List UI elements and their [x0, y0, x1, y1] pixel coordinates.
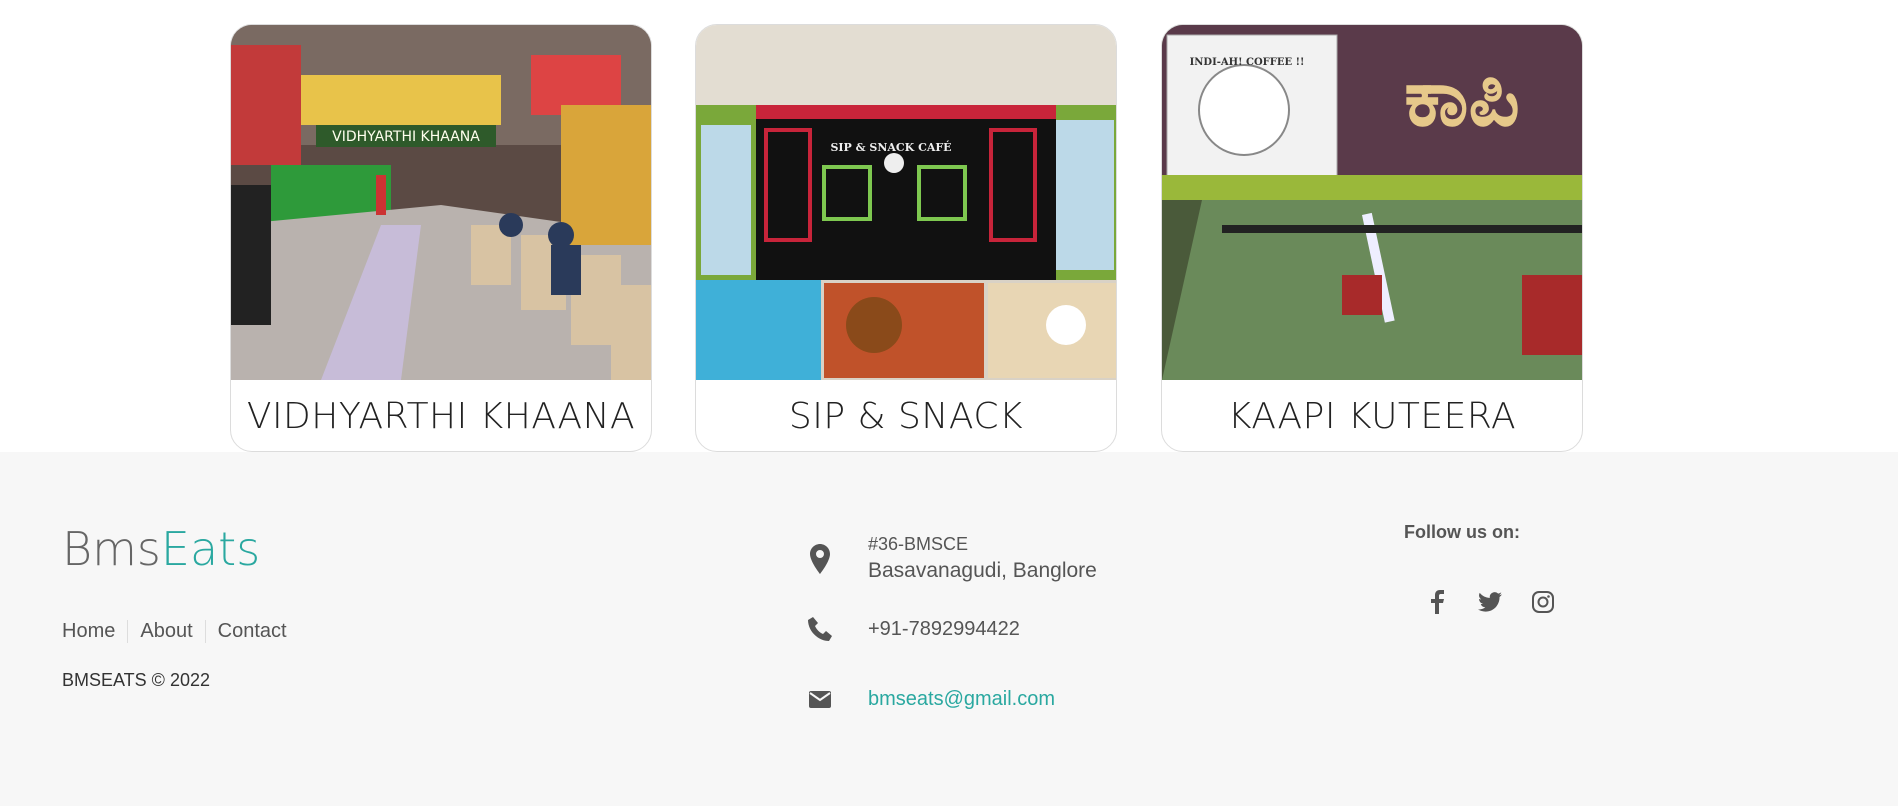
phone-row: +91-7892994422: [805, 616, 1020, 642]
email-link[interactable]: bmseats@gmail.com: [868, 688, 1055, 711]
canteen-photo: SIP & SNACK CAFÉ: [696, 25, 1116, 380]
canteen-title: SIP & SNACK: [788, 395, 1024, 437]
canteen-photo: VIDHYARTHI KHAANA: [231, 25, 651, 380]
site-footer: BmsEats Home About Contact BMSEATS © 202…: [0, 452, 1898, 806]
canteen-card-vidhyarthi-khaana[interactable]: VIDHYARTHI KHAANA VIDHYARTHI KHAANA: [230, 24, 652, 452]
logo-accent-text: Eats: [160, 522, 261, 576]
envelope-icon: [805, 691, 835, 708]
address-line-2: Basavanagudi, Banglore: [868, 559, 1097, 582]
logo-main-text: Bms: [62, 522, 161, 576]
canteen-cards: VIDHYARTHI KHAANA VIDHYARTHI KHAANA SIP …: [0, 0, 1898, 452]
canteen-title: KAAPI KUTEERA: [1227, 395, 1517, 437]
svg-text:ಕಾಪಿ: ಕಾಪಿ: [1404, 51, 1520, 144]
canteen-card-sip-and-snack[interactable]: SIP & SNACK CAFÉ SIP & SNACK: [695, 24, 1117, 452]
footer-link-home[interactable]: Home: [62, 620, 127, 643]
phone-icon: [805, 616, 835, 642]
copyright-text: BMSEATS © 2022: [62, 670, 210, 690]
svg-text:INDI-AH! COFFEE !!: INDI-AH! COFFEE !!: [1190, 57, 1305, 68]
svg-text:VIDHYARTHI KHAANA: VIDHYARTHI KHAANA: [332, 129, 480, 145]
email-row: bmseats@gmail.com: [805, 688, 1055, 711]
phone-number: +91-7892994422: [868, 617, 1020, 640]
twitter-icon[interactable]: [1463, 584, 1516, 620]
social-links: [1410, 584, 1569, 620]
footer-logo[interactable]: BmsEats: [62, 522, 260, 576]
follow-label: Follow us on:: [1404, 522, 1520, 542]
instagram-icon[interactable]: [1516, 584, 1569, 620]
address-row: #36-BMSCE Basavanagudi, Banglore: [805, 534, 1097, 583]
footer-nav: Home About Contact: [62, 620, 299, 643]
canteen-card-kaapi-kuteera[interactable]: INDI-AH! COFFEE !! ಕಾಪಿ KAAPI KUTEERA: [1161, 24, 1583, 452]
canteen-photo: INDI-AH! COFFEE !! ಕಾಪಿ: [1162, 25, 1582, 380]
svg-text:SIP & SNACK CAFÉ: SIP & SNACK CAFÉ: [830, 140, 951, 154]
canteen-title: VIDHYARTHI KHAANA: [246, 395, 636, 437]
map-pin-icon: [805, 543, 835, 574]
footer-link-contact[interactable]: Contact: [204, 620, 299, 643]
address-line-1: #36-BMSCE: [868, 534, 969, 554]
footer-link-about[interactable]: About: [127, 620, 204, 643]
facebook-icon[interactable]: [1410, 584, 1463, 620]
